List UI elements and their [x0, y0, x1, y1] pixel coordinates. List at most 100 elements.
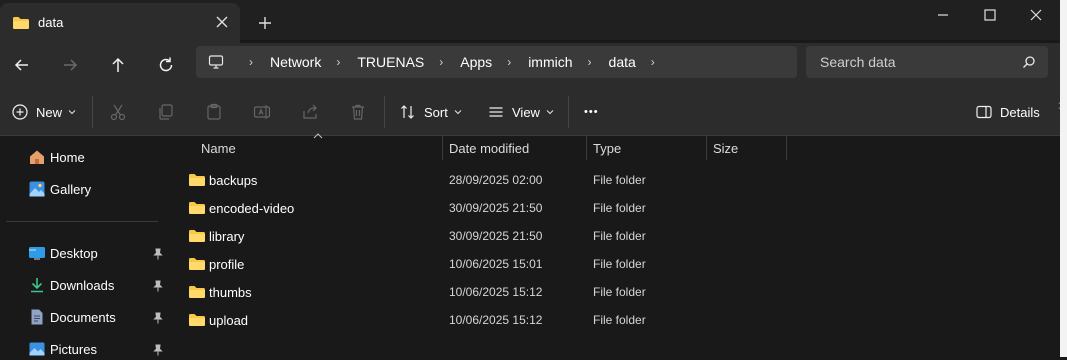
pin-icon[interactable]	[152, 280, 164, 292]
sidebar-item-documents[interactable]: Documents	[28, 306, 116, 328]
file-name: encoded-video	[209, 201, 295, 216]
more-icon: •••	[584, 106, 599, 118]
column-header-size[interactable]: Size	[707, 136, 786, 160]
file-date-modified: 10/06/2025 15:12	[449, 285, 543, 299]
file-type: File folder	[593, 313, 646, 327]
file-name: backups	[209, 173, 258, 188]
breadcrumb-separator-icon[interactable]: ›	[331, 55, 345, 69]
breadcrumb-apps[interactable]: Apps	[460, 54, 492, 70]
tab-data[interactable]: data	[0, 3, 240, 43]
list-item[interactable]: profile 10/06/2025 15:01 File folder	[185, 251, 845, 277]
home-icon	[30, 150, 44, 164]
search-icon	[1023, 56, 1035, 68]
chevron-down-icon	[454, 110, 462, 115]
documents-icon	[31, 309, 43, 325]
file-type: File folder	[593, 285, 646, 299]
list-item[interactable]: encoded-video 30/09/2025 21:50 File fold…	[185, 195, 845, 221]
desktop-icon	[29, 247, 45, 260]
breadcrumb-immich[interactable]: immich	[528, 54, 572, 70]
file-date-modified: 30/09/2025 21:50	[449, 201, 543, 215]
breadcrumb-separator-icon[interactable]: ›	[244, 55, 258, 69]
list-item[interactable]: library 30/09/2025 21:50 File folder	[185, 223, 845, 249]
up-icon[interactable]	[108, 55, 128, 75]
folder-icon	[189, 174, 205, 186]
this-pc-icon[interactable]	[208, 54, 224, 70]
view-button[interactable]: View	[488, 101, 554, 123]
copy-icon[interactable]	[156, 102, 176, 122]
breadcrumb-separator-icon[interactable]: ›	[434, 55, 448, 69]
file-type: File folder	[593, 229, 646, 243]
navigation-pane: Home Gallery Desktop Downloads Documents…	[0, 136, 170, 357]
file-date-modified: 10/06/2025 15:12	[449, 313, 543, 327]
file-type: File folder	[593, 201, 646, 215]
sidebar-item-home[interactable]: Home	[28, 146, 85, 168]
toolbar-divider	[92, 96, 93, 128]
close-tab-icon[interactable]	[212, 12, 232, 32]
pictures-icon	[29, 342, 45, 356]
breadcrumb-network[interactable]: Network	[270, 54, 321, 70]
back-icon[interactable]	[12, 55, 32, 75]
toolbar-divider	[384, 96, 385, 128]
rename-icon[interactable]	[252, 102, 272, 122]
window-edge	[1060, 0, 1067, 357]
delete-icon[interactable]	[348, 102, 368, 122]
breadcrumb-separator-icon[interactable]: ›	[583, 55, 597, 69]
share-icon[interactable]	[300, 102, 320, 122]
sidebar-item-label: Home	[50, 149, 85, 165]
sidebar-divider	[6, 221, 158, 222]
list-item[interactable]: backups 28/09/2025 02:00 File folder	[185, 167, 845, 193]
sidebar-item-downloads[interactable]: Downloads	[28, 274, 114, 296]
file-name: thumbs	[209, 285, 252, 300]
cut-icon[interactable]	[108, 102, 128, 122]
sidebar-item-gallery[interactable]: Gallery	[28, 178, 91, 200]
folder-icon	[189, 314, 205, 326]
sidebar-item-label: Documents	[50, 309, 116, 325]
downloads-icon	[31, 278, 43, 293]
search-input[interactable]: Search data	[806, 46, 1048, 78]
file-name: upload	[209, 313, 249, 328]
file-type: File folder	[593, 173, 646, 187]
paste-icon[interactable]	[204, 102, 224, 122]
more-options-button[interactable]: •••	[584, 101, 599, 123]
file-type: File folder	[593, 257, 646, 271]
column-header-name[interactable]: Name	[171, 136, 442, 160]
view-icon	[489, 107, 503, 117]
sort-icon	[401, 105, 414, 119]
chevron-down-icon	[546, 110, 554, 115]
file-date-modified: 30/09/2025 21:50	[449, 229, 543, 243]
forward-icon[interactable]	[60, 55, 80, 75]
new-label: New	[36, 104, 63, 120]
column-header-type[interactable]: Type	[587, 136, 706, 160]
column-header-date[interactable]: Date modified	[443, 136, 586, 160]
details-label: Details	[1000, 104, 1040, 120]
breadcrumb-separator-icon[interactable]: ›	[646, 55, 660, 69]
pin-icon[interactable]	[152, 248, 164, 260]
command-bar: New Sort View ••• Details	[0, 88, 1060, 136]
breadcrumb: › Network › TRUENAS › Apps › immich › da…	[234, 46, 672, 78]
address-bar[interactable]: › Network › TRUENAS › Apps › immich › da…	[196, 46, 797, 78]
new-tab-icon[interactable]	[256, 14, 274, 32]
sidebar-item-label: Downloads	[50, 277, 115, 293]
sidebar-item-desktop[interactable]: Desktop	[28, 242, 98, 264]
search-placeholder: Search data	[820, 54, 896, 70]
view-label: View	[512, 104, 540, 120]
new-button[interactable]: New	[12, 101, 76, 123]
breadcrumb-data[interactable]: data	[609, 54, 636, 70]
sort-button[interactable]: Sort	[400, 101, 462, 123]
add-icon	[12, 104, 28, 120]
pin-icon[interactable]	[152, 344, 164, 356]
breadcrumb-separator-icon[interactable]: ›	[502, 55, 516, 69]
details-button[interactable]: Details	[976, 101, 1040, 123]
sidebar-item-label: Desktop	[50, 245, 98, 261]
close-window-icon[interactable]	[1026, 6, 1046, 24]
maximize-icon[interactable]	[980, 6, 1000, 24]
pin-icon[interactable]	[152, 312, 164, 324]
column-resize-handle[interactable]	[786, 136, 787, 160]
breadcrumb-truenas[interactable]: TRUENAS	[357, 54, 424, 70]
toolbar-divider	[568, 96, 569, 128]
list-item[interactable]: upload 10/06/2025 15:12 File folder	[185, 307, 845, 333]
refresh-icon[interactable]	[156, 55, 176, 75]
list-item[interactable]: thumbs 10/06/2025 15:12 File folder	[185, 279, 845, 305]
minimize-icon[interactable]	[933, 6, 953, 24]
folder-icon	[13, 17, 29, 29]
